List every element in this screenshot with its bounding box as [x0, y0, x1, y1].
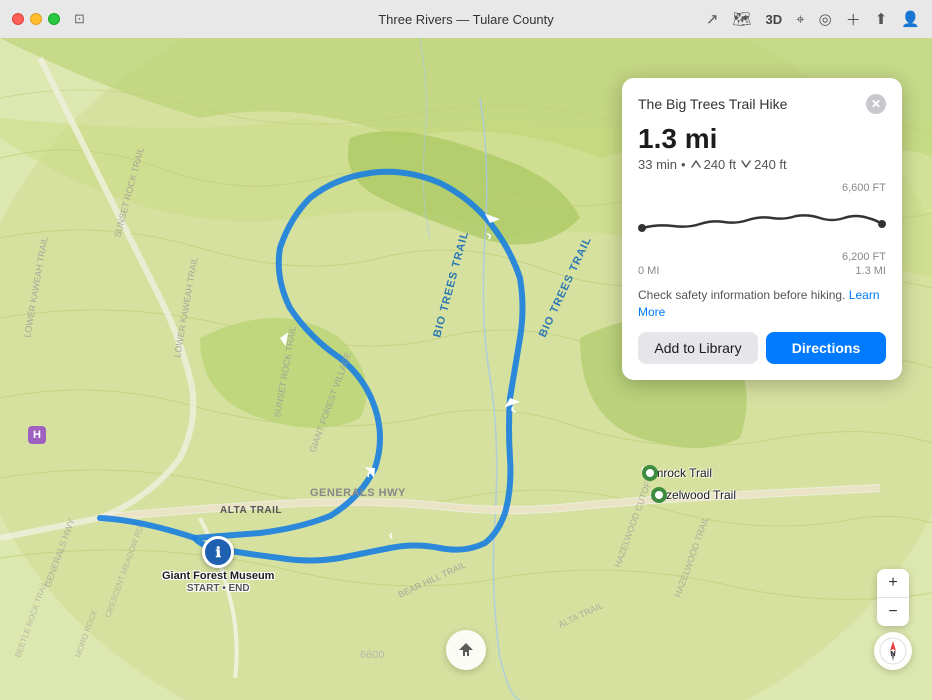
threed-button[interactable]: 3D [766, 12, 783, 27]
trail-title: The Big Trees Trail Hike [638, 96, 787, 112]
maximize-button[interactable] [48, 13, 60, 25]
poi-circle-icon: ℹ [202, 536, 234, 568]
info-card: The Big Trees Trail Hike ✕ 1.3 mi 33 min… [622, 78, 902, 380]
card-buttons: Add to Library Directions [638, 332, 886, 364]
add-to-library-button[interactable]: Add to Library [638, 332, 758, 364]
map-container[interactable]: › › › › BIO TREES TRAIL BIO TREES TRAIL … [0, 38, 932, 700]
window-title: Three Rivers — Tulare County [378, 12, 554, 27]
info-card-header: The Big Trees Trail Hike ✕ [638, 94, 886, 114]
directions-icon[interactable]: ↗ [706, 10, 719, 28]
elevation-svg [638, 196, 886, 246]
rimrock-marker[interactable]: Rimrock Trail [642, 466, 712, 480]
titlebar-actions: ↗ 🗺 3D ⌖ ◎ ＋ ⬆ 👤 [706, 9, 920, 30]
binoculars-icon[interactable]: ⌖ [796, 11, 804, 28]
hazelwood-marker[interactable]: Hazelwood Trail [651, 488, 736, 502]
svg-text:6600: 6600 [360, 649, 384, 661]
poi-name-label: Giant Forest Museum START • END [162, 570, 274, 594]
map-controls: + − N [874, 569, 912, 670]
zoom-in-button[interactable]: + [877, 569, 909, 597]
trail-details: 33 min • 240 ft 240 ft [638, 157, 886, 172]
profile-icon[interactable]: 👤 [901, 10, 920, 28]
zoom-controls: + − [877, 569, 909, 626]
distance-display: 1.3 mi [638, 124, 886, 155]
add-icon[interactable]: ＋ [846, 9, 861, 30]
directions-float-button[interactable] [446, 630, 486, 670]
close-button[interactable] [12, 13, 24, 25]
safety-text: Check safety information before hiking. … [638, 287, 886, 321]
elevation-chart: 6,600 FT 6,200 FT 0 MI 1.3 MI [638, 182, 886, 277]
compass-button[interactable]: N [874, 632, 912, 670]
zoom-out-button[interactable]: − [877, 598, 909, 626]
titlebar: ⊡ Three Rivers — Tulare County ↗ 🗺 3D ⌖ … [0, 0, 932, 38]
svg-text:›: › [388, 529, 393, 545]
hospital-marker: H [28, 426, 46, 444]
rimrock-icon [642, 465, 658, 481]
svg-text:GENERALS HWY: GENERALS HWY [310, 487, 406, 499]
window-icon: ⊡ [74, 11, 85, 27]
hazelwood-icon [651, 487, 667, 503]
map-icon[interactable]: 🗺 [733, 10, 752, 28]
traffic-lights [12, 13, 60, 25]
minimize-button[interactable] [30, 13, 42, 25]
poi-marker[interactable]: ℹ Giant Forest Museum START • END [162, 536, 274, 594]
close-card-button[interactable]: ✕ [866, 94, 886, 114]
svg-text:N: N [890, 651, 895, 658]
svg-text:ALTA TRAIL: ALTA TRAIL [220, 505, 282, 516]
location-icon[interactable]: ◎ [819, 10, 832, 28]
share-icon[interactable]: ⬆ [875, 10, 888, 28]
directions-button[interactable]: Directions [766, 332, 886, 364]
